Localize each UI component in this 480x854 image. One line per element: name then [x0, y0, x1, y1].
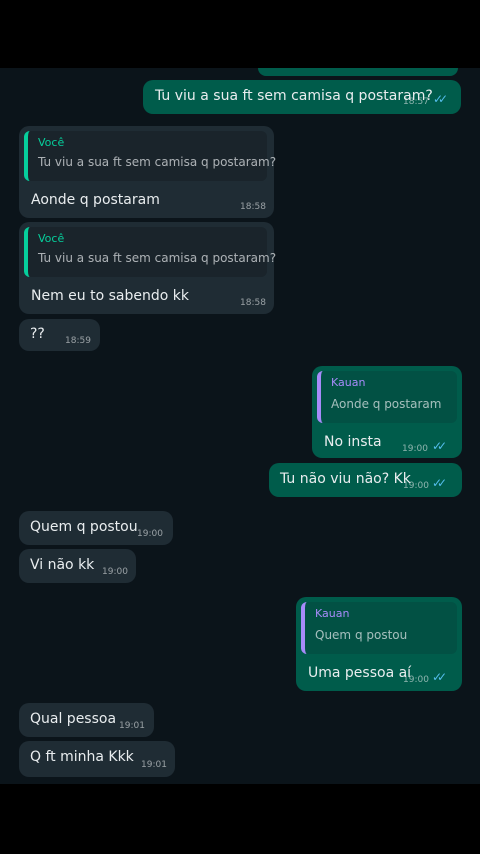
message-text: No insta [324, 434, 382, 450]
message-text: Qual pessoa [30, 711, 117, 727]
message-time: 18:58 [240, 202, 266, 212]
message-text: Tu não viu não? Kk [280, 471, 411, 487]
message-time: 19:01 [119, 721, 145, 731]
quote-author: Kauan [315, 607, 350, 620]
quote-text: Quem q postou [315, 628, 408, 642]
message-time: 19:00 [402, 444, 428, 454]
quote-author: Você [38, 136, 65, 149]
message-bubble[interactable]: Você Tu viu a sua ft sem camisa q postar… [19, 126, 276, 218]
message-text: Nem eu to sabendo kk [31, 288, 189, 304]
message-bubble[interactable]: Você Tu viu a sua ft sem camisa q postar… [19, 222, 276, 314]
message-bubble[interactable]: Q ft minha Kkk 19:01 [19, 741, 175, 777]
quoted-message[interactable]: Você Tu viu a sua ft sem camisa q postar… [24, 131, 276, 181]
quote-author: Kauan [331, 376, 366, 389]
message-bubble[interactable]: Vi não kk 19:00 [19, 549, 136, 583]
double-check-icon: ✓✓ [432, 476, 447, 490]
message-time: 19:00 [403, 481, 429, 491]
double-check-icon: ✓✓ [433, 92, 448, 106]
message-bubble[interactable]: Qual pessoa 19:01 [19, 703, 154, 737]
message-text: Aonde q postaram [31, 192, 160, 208]
message-text: Uma pessoa aí [308, 665, 412, 681]
double-check-icon: ✓✓ [432, 670, 447, 684]
quote-text: Aonde q postaram [331, 397, 442, 411]
message-time: 19:00 [403, 675, 429, 685]
message-time: 18:59 [65, 336, 91, 346]
message-bubble[interactable]: Quem q postou 19:00 [19, 511, 173, 545]
message-time: 18:58 [240, 298, 266, 308]
message-time: 18:57 [403, 97, 429, 107]
message-time: 19:00 [137, 529, 163, 539]
quoted-message[interactable]: Você Tu viu a sua ft sem camisa q postar… [24, 227, 276, 277]
message-text: Q ft minha Kkk [30, 749, 134, 765]
double-check-icon: ✓✓ [432, 439, 447, 453]
message-text: Vi não kk [30, 557, 95, 573]
quote-text: Tu viu a sua ft sem camisa q postaram? [38, 251, 277, 265]
bottom-black-bar [0, 784, 480, 854]
quote-text: Tu viu a sua ft sem camisa q postaram? [38, 155, 277, 169]
message-bubble[interactable]: Tu não viu não? Kk 19:00 ✓✓ [269, 463, 462, 497]
message-text: ?? [30, 326, 45, 342]
quoted-message[interactable]: Kauan Aonde q postaram [317, 371, 457, 423]
message-bubble[interactable]: Kauan Aonde q postaram No insta 19:00 ✓✓ [312, 366, 462, 458]
message-time: 19:00 [102, 567, 128, 577]
message-bubble[interactable]: ?? 18:59 [19, 319, 100, 351]
message-bubble[interactable]: Tu viu a sua ft sem camisa q postaram? 1… [143, 80, 461, 114]
top-black-bar [0, 0, 480, 68]
message-text: Quem q postou [30, 519, 138, 535]
message-time: 19:01 [141, 760, 167, 770]
message-text: Tu viu a sua ft sem camisa q postaram? [155, 88, 433, 104]
message-bubble[interactable]: Kauan Quem q postou Uma pessoa aí 19:00 … [296, 597, 462, 691]
quote-author: Você [38, 232, 65, 245]
previous-message-peek [258, 68, 458, 76]
quoted-message[interactable]: Kauan Quem q postou [301, 602, 457, 654]
